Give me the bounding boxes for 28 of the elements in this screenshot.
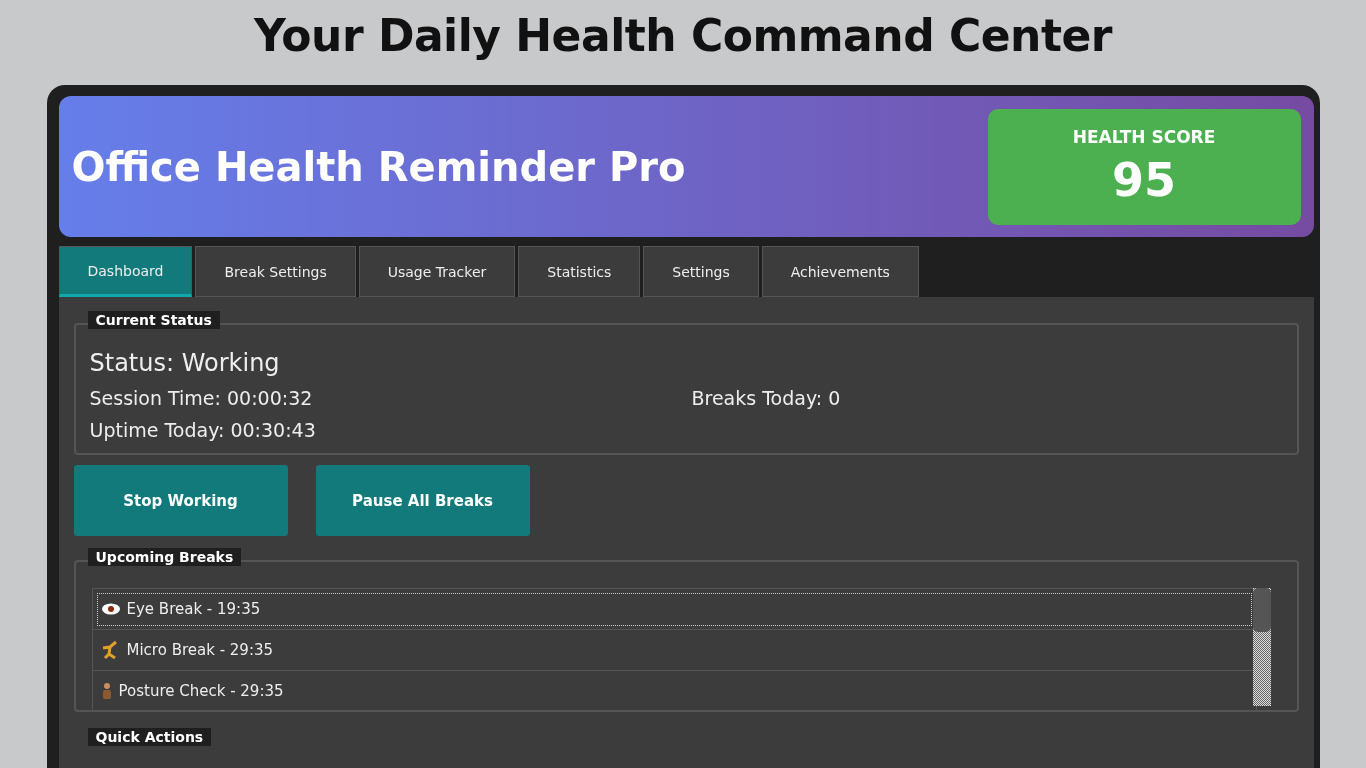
break-list-item[interactable]: Eye Break - 19:35: [92, 589, 1256, 630]
tab[interactable]: Usage Tracker: [358, 246, 516, 297]
score-label: HEALTH SCORE: [1072, 126, 1216, 147]
break-label: Eye Break - 19:35: [126, 600, 261, 618]
tab[interactable]: Statistics: [518, 246, 641, 297]
group-title: Quick Actions: [87, 728, 212, 746]
break-list-item[interactable]: Posture Check - 29:35: [92, 671, 1256, 712]
tab[interactable]: Settings: [643, 246, 759, 297]
break-list-item[interactable]: Micro Break - 29:35: [92, 630, 1256, 671]
seated-figure-icon: [100, 682, 113, 700]
app-title: Office Health Reminder Pro: [71, 143, 686, 190]
scrollbar[interactable]: [1252, 588, 1271, 706]
page-heading: Your Daily Health Command Center: [254, 10, 1112, 63]
breaks-today: Breaks Today: 0: [691, 387, 842, 409]
tab[interactable]: Dashboard: [58, 246, 193, 297]
score-value: 95: [1112, 152, 1176, 207]
group-title: Current Status: [87, 311, 220, 329]
status-text: Status: Working: [89, 349, 281, 377]
action-button[interactable]: Stop Working: [73, 465, 288, 536]
action-button[interactable]: Pause All Breaks: [315, 465, 530, 536]
tab[interactable]: Achievements: [761, 246, 919, 297]
uptime-today: Uptime Today: 00:30:43: [89, 419, 317, 441]
break-label: Posture Check - 29:35: [118, 682, 284, 700]
session-time: Session Time: 00:00:32: [89, 387, 314, 409]
break-label: Micro Break - 29:35: [126, 641, 274, 659]
group-title: Upcoming Breaks: [87, 548, 242, 566]
eye-icon: [100, 602, 121, 616]
tab[interactable]: Break Settings: [195, 246, 356, 297]
